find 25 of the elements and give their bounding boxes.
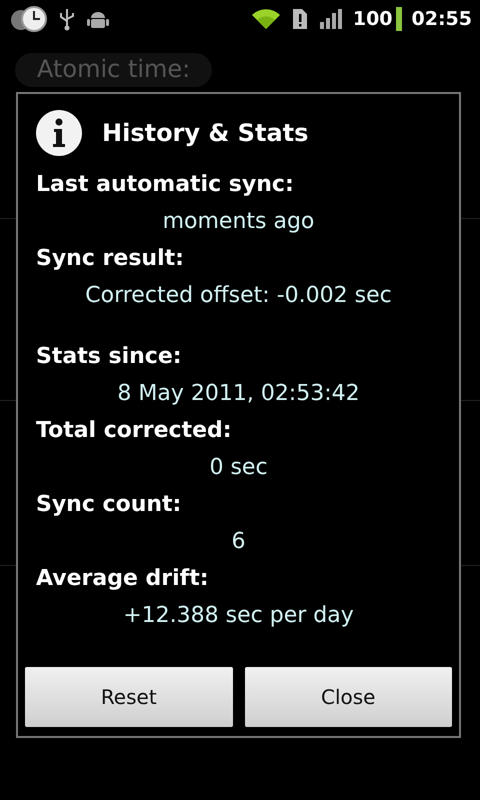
stat-label: Sync result: [36, 245, 184, 273]
battery-level: 100 [352, 8, 393, 30]
reset-button[interactable]: Reset [25, 667, 232, 727]
close-button[interactable]: Close [244, 667, 452, 727]
wifi-icon [250, 7, 281, 31]
stat-label: Last automatic sync: [36, 171, 294, 199]
stat-value: moments ago [162, 208, 314, 236]
stat-value: Corrected offset: -0.002 sec [85, 282, 392, 310]
stat-label: Sync count: [36, 491, 182, 519]
info-icon [36, 110, 82, 156]
atomic-time-label: Atomic time: [15, 53, 212, 87]
stat-value: 6 [232, 528, 246, 556]
usb-icon [58, 7, 76, 31]
stat-label: Total corrected: [36, 417, 232, 445]
signal-icon [318, 8, 343, 30]
dialog-title: History & Stats [102, 119, 308, 147]
stat-value: 8 May 2011, 02:53:42 [117, 380, 360, 408]
stat-value: +12.388 sec per day [123, 602, 354, 630]
stat-label: Stats since: [36, 343, 182, 371]
stat-value: 0 sec [209, 454, 268, 482]
battery-icon [396, 7, 402, 31]
sim-alert-icon [290, 7, 309, 31]
stat-label: Average drift: [36, 565, 209, 593]
clock-time: 02:55 [412, 8, 472, 30]
clock-icon [10, 6, 48, 32]
